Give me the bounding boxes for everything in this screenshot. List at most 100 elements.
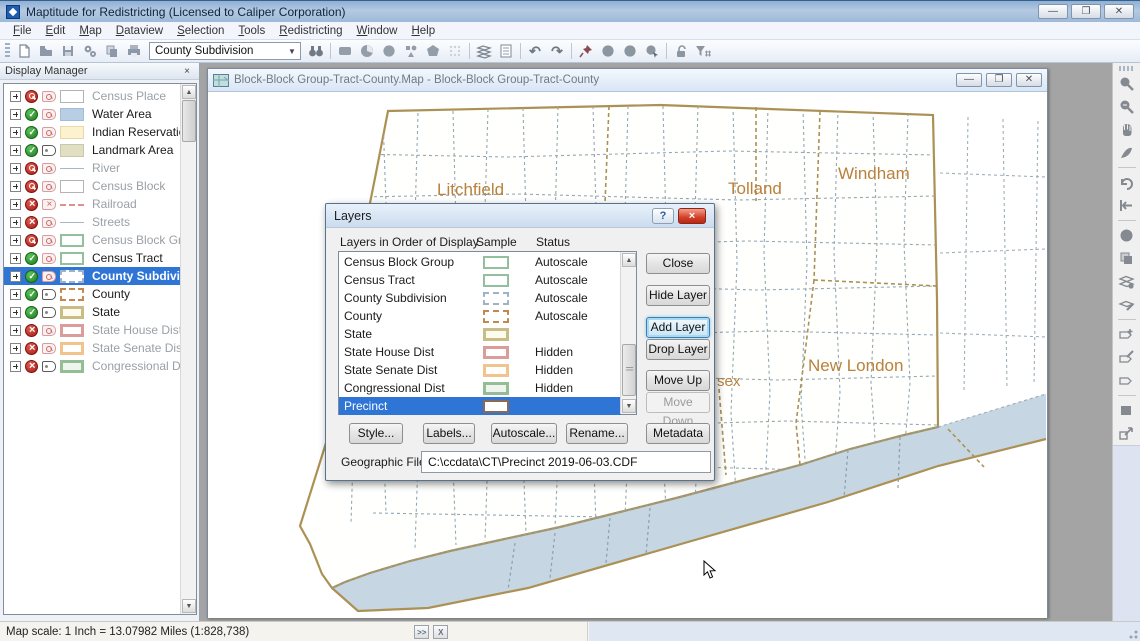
layer-swatch[interactable]: [60, 342, 84, 355]
point-select-icon[interactable]: [444, 42, 466, 61]
menu-map[interactable]: Map: [72, 23, 108, 39]
layer-row[interactable]: State Senate Dist Hidden: [339, 361, 621, 379]
label-tag-icon[interactable]: [42, 325, 56, 336]
open-icon[interactable]: [35, 42, 57, 61]
layer-name[interactable]: County Subdivision: [88, 269, 180, 283]
filled-circle-icon[interactable]: [597, 42, 619, 61]
autoscale-button[interactable]: Autoscale...: [491, 423, 557, 444]
layer-row[interactable]: Water Area: [4, 105, 180, 123]
scrollbar-thumb[interactable]: [622, 344, 636, 396]
dialog-help-button[interactable]: ?: [652, 208, 674, 224]
layer-swatch[interactable]: [60, 306, 84, 319]
layer-swatch[interactable]: [60, 126, 84, 139]
menu-selection[interactable]: Selection: [170, 23, 231, 39]
label-tag-icon[interactable]: [42, 163, 56, 174]
minimize-button[interactable]: —: [1038, 4, 1068, 19]
label-tag-icon[interactable]: [42, 91, 56, 102]
find-binoculars-icon[interactable]: [305, 42, 327, 61]
copy-icon[interactable]: [101, 42, 123, 61]
print-icon[interactable]: [123, 42, 145, 61]
expand-icon[interactable]: [10, 163, 21, 174]
layer-swatch[interactable]: [60, 324, 84, 337]
redo-icon[interactable]: ↷: [546, 42, 568, 61]
menu-tools[interactable]: Tools: [231, 23, 272, 39]
scrollbar-thumb[interactable]: [182, 100, 196, 142]
layer-swatch[interactable]: [60, 360, 84, 373]
scroll-up-icon[interactable]: ▲: [622, 253, 636, 267]
layer-name[interactable]: Census Block: [88, 179, 180, 193]
expand-icon[interactable]: [10, 361, 21, 372]
layer-name[interactable]: Census Tract: [88, 251, 180, 265]
add-layer-button[interactable]: Add Layer: [646, 317, 710, 338]
expand-icon[interactable]: [10, 307, 21, 318]
layer-swatch[interactable]: [60, 108, 84, 121]
move-down-button[interactable]: Move Down: [646, 392, 710, 413]
expand-icon[interactable]: [10, 217, 21, 228]
expand-icon[interactable]: [10, 145, 21, 156]
drop-layer-button[interactable]: Drop Layer: [646, 339, 710, 360]
rename-button[interactable]: Rename...: [566, 423, 628, 444]
freeze-layers-icon[interactable]: [1118, 273, 1135, 290]
menu-redistricting[interactable]: Redistricting: [272, 23, 349, 39]
layer-row[interactable]: County: [4, 285, 180, 303]
label-tag-icon[interactable]: [42, 289, 56, 300]
layer-status-icon[interactable]: [25, 306, 38, 319]
scroll-up-icon[interactable]: ▲: [182, 85, 196, 99]
layer-row[interactable]: County Subdivision Autoscale: [339, 289, 621, 307]
restore-button[interactable]: ❐: [1071, 4, 1101, 19]
layer-status-icon[interactable]: [25, 180, 38, 193]
close-button[interactable]: ✕: [1104, 4, 1134, 19]
layer-swatch[interactable]: [60, 144, 84, 157]
label-tag-icon[interactable]: [42, 109, 56, 120]
layer-status-icon[interactable]: [25, 90, 38, 103]
layer-row[interactable]: Precinct: [339, 397, 621, 415]
layer-row[interactable]: Congressional Dist: [4, 357, 180, 375]
layer-status-icon[interactable]: [25, 342, 38, 355]
layer-row[interactable]: Census Block Group Autoscale: [339, 253, 621, 271]
unlock-icon[interactable]: [670, 42, 692, 61]
map-restore-button[interactable]: ❐: [986, 73, 1012, 87]
close-layer-button[interactable]: Close: [646, 253, 710, 274]
menu-file[interactable]: File: [6, 23, 39, 39]
layer-swatch[interactable]: [60, 216, 84, 229]
layer-row[interactable]: State: [4, 303, 180, 321]
layer-row[interactable]: State House Dist Hidden: [339, 343, 621, 361]
dot-density-icon[interactable]: [378, 42, 400, 61]
new-icon[interactable]: [13, 42, 35, 61]
layer-row[interactable]: State: [339, 325, 621, 343]
style-button[interactable]: Style...: [349, 423, 403, 444]
layer-row[interactable]: Landmark Area: [4, 141, 180, 159]
pie-theme-icon[interactable]: [356, 42, 378, 61]
label-tag-icon[interactable]: [42, 181, 56, 192]
layer-row[interactable]: Indian Reservation: [4, 123, 180, 141]
layer-name[interactable]: River: [88, 161, 180, 175]
layer-name[interactable]: Census Place: [88, 89, 180, 103]
map-window-titlebar[interactable]: Block-Block Group-Tract-County.Map - Blo…: [208, 69, 1047, 92]
label-tag-icon[interactable]: [42, 271, 56, 282]
expand-icon[interactable]: [10, 91, 21, 102]
layer-status-icon[interactable]: [25, 126, 38, 139]
layer-name[interactable]: Census Block Group: [88, 233, 180, 247]
layers-listbox[interactable]: Census Block Group Autoscale Census Trac…: [338, 251, 637, 415]
previous-scale-icon[interactable]: [1118, 174, 1135, 191]
display-manager-list[interactable]: Census Place Water Area Indian Reservati…: [3, 83, 197, 615]
pushpin-icon[interactable]: [575, 42, 597, 61]
layer-name[interactable]: Railroad: [88, 197, 180, 211]
layer-row[interactable]: Census Block: [4, 177, 180, 195]
menu-help[interactable]: Help: [404, 23, 442, 39]
circle-select-icon[interactable]: [1118, 227, 1135, 244]
expand-icon[interactable]: [10, 127, 21, 138]
layer-status-icon[interactable]: [25, 216, 38, 229]
layer-swatch[interactable]: [60, 90, 84, 103]
layer-swatch[interactable]: [60, 198, 84, 211]
menu-edit[interactable]: Edit: [39, 23, 73, 39]
edit-layers-icon[interactable]: [1118, 296, 1135, 313]
layer-swatch[interactable]: [60, 288, 84, 301]
layer-row[interactable]: Streets: [4, 213, 180, 231]
undo-icon[interactable]: ↶: [524, 42, 546, 61]
layer-name[interactable]: State Senate Dist: [88, 341, 180, 355]
resize-map-icon[interactable]: [1118, 425, 1135, 442]
zoom-in-icon[interactable]: [1118, 75, 1135, 92]
label-tag-icon[interactable]: [42, 253, 56, 264]
layer-select-dropdown[interactable]: County Subdivision ▼: [149, 42, 301, 60]
